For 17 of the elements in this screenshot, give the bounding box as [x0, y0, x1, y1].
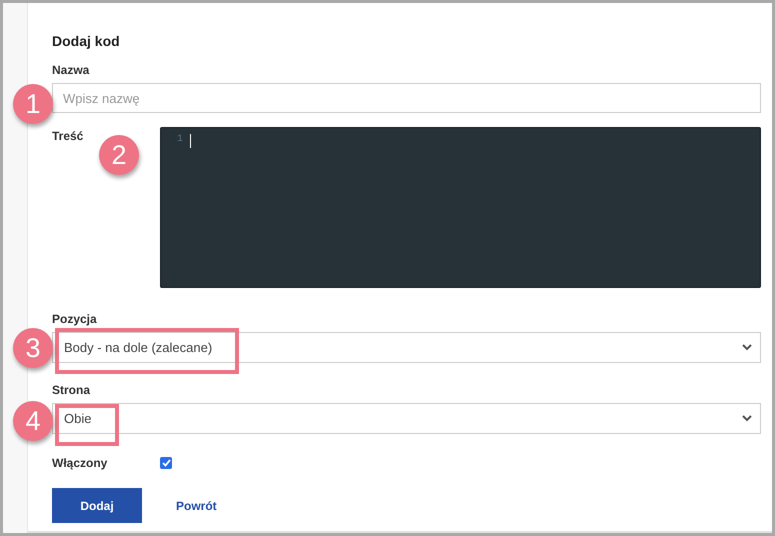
- step-badge: 2: [99, 135, 139, 175]
- dropdown[interactable]: Body - na dole (zalecane): [52, 332, 761, 363]
- checkbox[interactable]: [160, 457, 172, 469]
- dropdown[interactable]: Obie: [52, 403, 761, 434]
- line-number: 1: [176, 134, 183, 145]
- text-cursor: [190, 134, 191, 148]
- field-label: Treść: [52, 129, 84, 143]
- form-title: Dodaj kod: [52, 33, 121, 49]
- checkbox-label: Włączony: [52, 456, 108, 470]
- field-label: Pozycja: [52, 312, 98, 326]
- chevron-down-icon: [742, 415, 752, 422]
- add-button[interactable]: Dodaj: [52, 488, 142, 523]
- back-link[interactable]: Powrót: [142, 498, 251, 512]
- field-label: Nazwa: [52, 63, 90, 77]
- chevron-down-icon: [742, 344, 752, 351]
- field-label: Strona: [52, 383, 92, 397]
- name-field[interactable]: Wpisz nazwę: [52, 83, 761, 113]
